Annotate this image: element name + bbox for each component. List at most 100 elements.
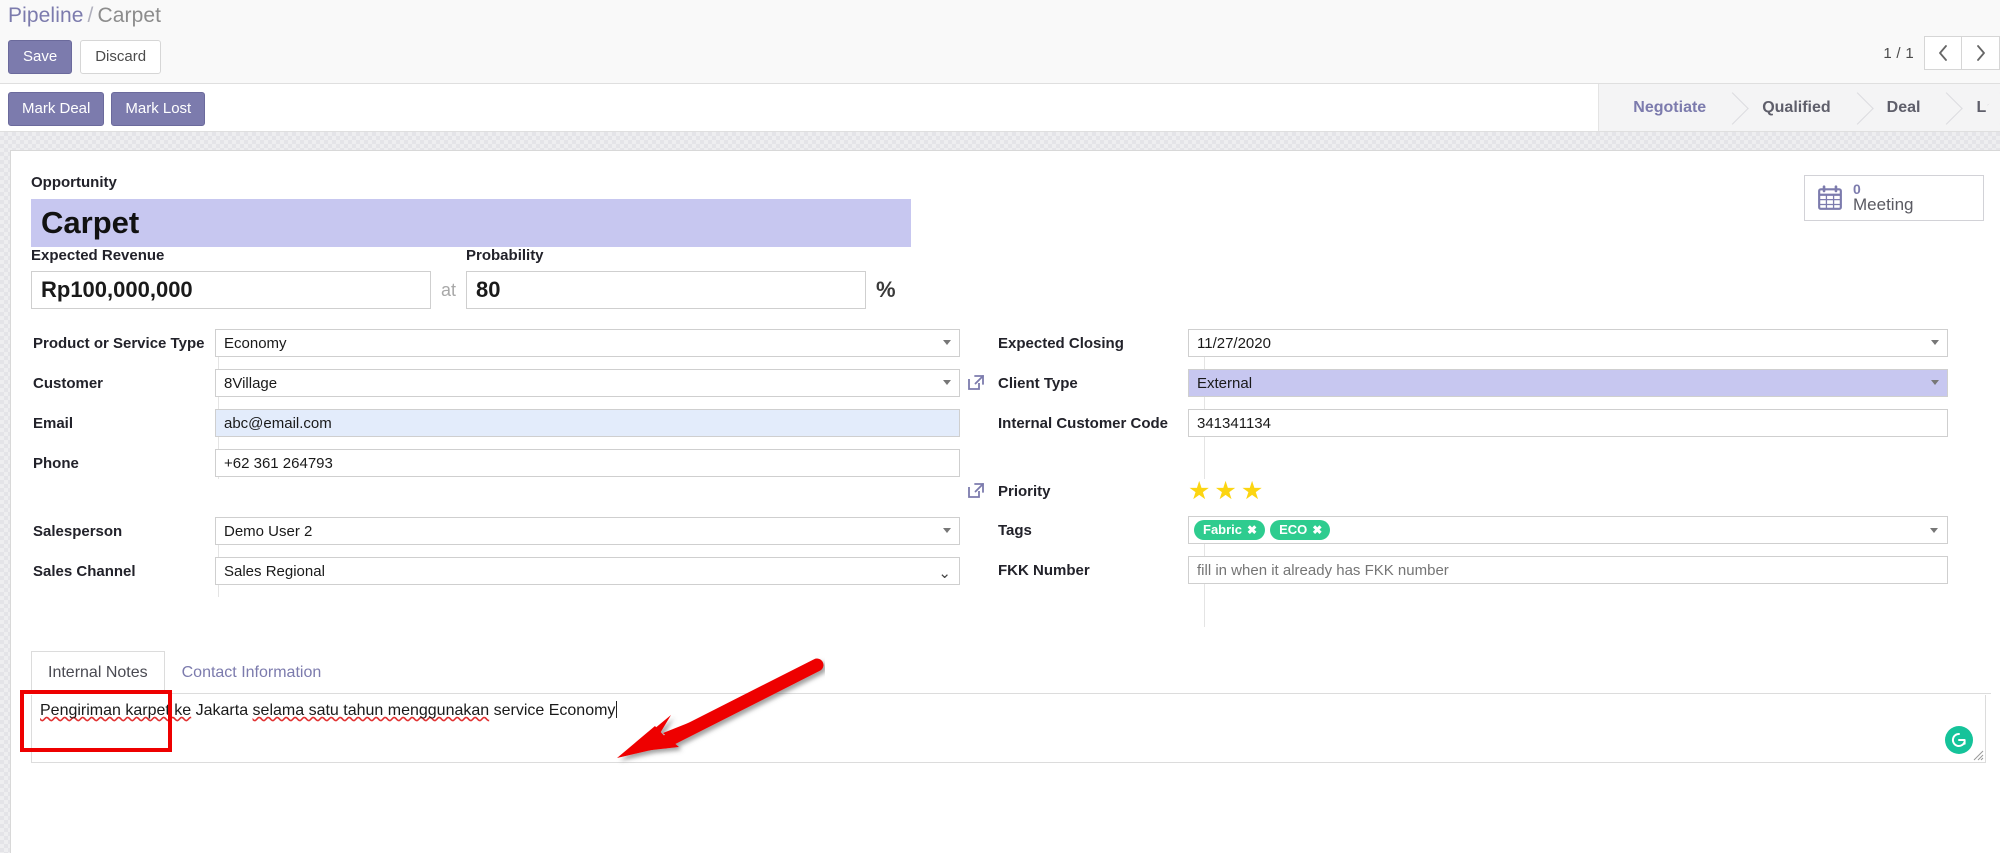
field-sales-channel: Sales Channel ⌄ [33,557,986,585]
chevron-right-icon [1976,45,1985,61]
field-internal-customer-code: Internal Customer Code [998,409,1986,437]
mark-lost-button[interactable]: Mark Lost [111,92,206,126]
salesperson-label: Salesperson [33,523,123,540]
revenue-row: Expected Revenue at Probability % [31,246,896,310]
phone-label: Phone [33,455,79,472]
expected-revenue-input[interactable] [31,271,431,310]
stage-negotiate[interactable]: Negotiate [1599,84,1733,131]
breadcrumb-bar: Pipeline / Carpet Save Discard 1 / 1 [0,0,2000,84]
notes-part-2: Jakarta [191,702,253,719]
email-control [215,409,960,437]
opportunity-input[interactable] [31,199,911,248]
tags-label: Tags [998,522,1032,539]
tag-label: Fabric [1203,522,1243,537]
expected-closing-control [1188,329,1948,357]
meeting-count: 0 [1853,180,1861,197]
tags-control: Fabric ✖ ECO ✖ [1188,516,1948,544]
left-column: Product or Service Type Customer Email [11,329,986,597]
tag-remove-icon[interactable]: ✖ [1247,523,1257,537]
external-link-icon[interactable] [966,372,986,392]
resize-grip-icon[interactable] [1970,747,1984,761]
percent-sign: % [876,277,896,303]
pipeline-statusbar: Negotiate Qualified Deal Lo [1598,84,2000,131]
tags-input[interactable]: Fabric ✖ ECO ✖ [1188,516,1948,544]
field-salesperson: Salesperson [33,517,986,545]
field-expected-revenue: Expected Revenue [31,246,431,310]
stage-label: Deal [1886,98,1921,116]
stage-qualified[interactable]: Qualified [1732,84,1857,131]
phone-control [215,449,960,477]
salesperson-input[interactable] [215,517,960,545]
field-product-type: Product or Service Type [33,329,986,357]
breadcrumb-separator: / [87,4,94,27]
field-probability: Probability [466,246,867,310]
probability-label: Probability [466,247,544,264]
internal-code-input[interactable] [1188,409,1948,437]
salesperson-control [215,517,960,545]
notes-part-1: Pengiriman karpet ke [40,702,192,719]
notebook: Internal Notes Contact Information Pengi… [31,651,1991,763]
product-type-input[interactable] [215,329,960,357]
stage-label: Negotiate [1633,98,1707,116]
field-customer: Customer [33,369,986,397]
fkk-input[interactable] [1188,556,1948,584]
grammarly-icon[interactable] [1945,726,1973,754]
chevron-left-icon [1939,45,1947,61]
stage-label: Qualified [1762,98,1831,116]
breadcrumb-root[interactable]: Pipeline [8,4,84,27]
text-cursor [616,701,618,718]
email-input[interactable] [215,409,960,437]
pager-previous-button[interactable] [1924,36,1962,70]
tab-internal-notes[interactable]: Internal Notes [31,651,165,694]
external-link-icon[interactable] [966,480,986,500]
tag-remove-icon[interactable]: ✖ [1312,523,1322,537]
at-separator: at [441,280,457,301]
expected-revenue-label: Expected Revenue [31,247,165,264]
priority-star-1[interactable]: ★ [1188,479,1210,504]
breadcrumb-current: Carpet [97,4,162,27]
sales-channel-input[interactable] [215,557,960,585]
stage-label: Lo [1976,98,1996,116]
breadcrumb: Pipeline / Carpet [8,4,161,28]
action-status-bar: Mark Deal Mark Lost Negotiate Qualified … [0,84,2000,132]
pager: 1 / 1 [1883,36,2000,70]
field-client-type: Client Type [968,369,1986,397]
field-priority: Priority ★ ★ ★ [968,477,1986,504]
field-fkk-number: FKK Number [998,556,1986,584]
field-email: Email [33,409,986,437]
internal-notes-textarea[interactable]: Pengiriman karpet ke Jakarta selama satu… [31,695,1986,763]
tab-contact-information[interactable]: Contact Information [165,651,339,694]
sales-channel-control: ⌄ [215,557,960,585]
meeting-label: Meeting [1853,195,1914,215]
fkk-control [1188,556,1948,584]
opportunity-label: Opportunity [31,174,117,191]
discard-button[interactable]: Discard [80,40,162,74]
calendar-icon [1818,185,1842,210]
tag-eco[interactable]: ECO ✖ [1270,520,1331,540]
client-type-control [1188,369,1948,397]
notes-part-4: service Economy [489,702,616,719]
customer-control [215,369,960,397]
tag-fabric[interactable]: Fabric ✖ [1194,520,1266,540]
sales-channel-label: Sales Channel [33,563,136,580]
pager-next-button[interactable] [1962,36,2000,70]
probability-input[interactable] [466,271,867,310]
priority-star-3[interactable]: ★ [1241,479,1263,504]
expected-closing-input[interactable] [1188,329,1948,357]
mark-deal-button[interactable]: Mark Deal [8,92,105,126]
client-type-input[interactable] [1188,369,1948,397]
priority-label: Priority [998,483,1051,500]
priority-star-2[interactable]: ★ [1214,479,1236,504]
field-opportunity: Opportunity [31,173,911,248]
product-type-label: Product or Service Type [33,335,205,352]
pager-count: 1 / 1 [1883,44,1914,62]
field-tags: Tags Fabric ✖ ECO ✖ [998,516,1986,544]
record-actions: Save Discard [8,40,162,74]
save-button[interactable]: Save [8,40,73,74]
field-expected-closing: Expected Closing [998,329,1986,357]
notebook-tabs: Internal Notes Contact Information [31,651,1991,694]
phone-input[interactable] [215,449,960,477]
chevron-down-icon [1930,528,1938,533]
customer-input[interactable] [215,369,960,397]
meeting-smart-button[interactable]: 0 Meeting [1804,175,1984,221]
